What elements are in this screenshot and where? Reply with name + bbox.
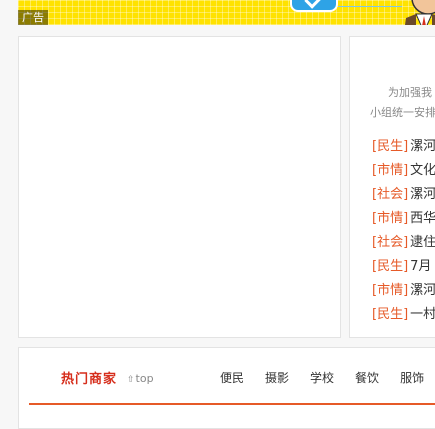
cartoon-figure-icon: [405, 0, 435, 25]
news-title[interactable]: 一村: [410, 307, 435, 322]
news-item[interactable]: [社会] 逮住: [372, 231, 435, 255]
news-category[interactable]: [社会]: [372, 187, 408, 202]
news-item[interactable]: [社会] 漯河: [372, 183, 435, 207]
news-category[interactable]: [市情]: [372, 163, 408, 178]
news-category[interactable]: [民生]: [372, 307, 408, 322]
tab-fushi[interactable]: 服饰: [400, 369, 424, 386]
tab-xuexiao[interactable]: 学校: [310, 369, 334, 386]
check-icon: [290, 0, 338, 12]
news-title[interactable]: 漯河: [410, 187, 435, 202]
news-title[interactable]: 逮住: [410, 235, 435, 250]
notice-text: 为加强我 小组统一安排: [350, 83, 435, 123]
ad-decoration-line: [338, 6, 402, 7]
section-title: 热门商家: [61, 372, 118, 387]
news-title[interactable]: 西华: [410, 211, 435, 226]
section-divider: [29, 403, 435, 405]
news-title[interactable]: 漯河: [410, 139, 435, 154]
news-panel: 为加强我 小组统一安排 [民生] 漯河 [市情] 文化 [社会] 漯河 [市情] 西华 …: [349, 36, 435, 338]
news-category[interactable]: [市情]: [372, 211, 408, 226]
tab-sheying[interactable]: 摄影: [265, 369, 289, 386]
merchant-category-tabs: 便民 摄影 学校 餐饮 服饰: [220, 369, 435, 386]
news-category[interactable]: [社会]: [372, 235, 408, 250]
hot-merchants-section: 热门商家 ⇧top 便民 摄影 学校 餐饮 服饰: [18, 347, 435, 429]
ad-label: 广告: [18, 10, 48, 25]
up-arrow-icon: ⇧: [127, 375, 135, 385]
top-link[interactable]: ⇧top: [127, 372, 154, 385]
news-title[interactable]: 漯河: [410, 283, 435, 298]
ad-banner[interactable]: 广告: [18, 0, 435, 25]
news-item[interactable]: [民生] 7月: [372, 255, 435, 279]
news-category[interactable]: [市情]: [372, 283, 408, 298]
news-item[interactable]: [市情] 漯河: [372, 279, 435, 303]
tab-canyin[interactable]: 餐饮: [355, 369, 379, 386]
notice-line-1: 为加强我: [388, 86, 432, 99]
news-item[interactable]: [市情] 西华: [372, 207, 435, 231]
news-title[interactable]: 7月: [410, 259, 431, 274]
notice-line-2: 小组统一安排: [370, 106, 435, 119]
news-category[interactable]: [民生]: [372, 259, 408, 274]
news-category[interactable]: [民生]: [372, 139, 408, 154]
tab-bianmin[interactable]: 便民: [220, 369, 244, 386]
news-item[interactable]: [市情] 文化: [372, 159, 435, 183]
news-title[interactable]: 文化: [410, 163, 435, 178]
image-carousel-panel: [18, 36, 341, 338]
news-item[interactable]: [民生] 一村: [372, 303, 435, 327]
top-link-label[interactable]: top: [136, 372, 154, 385]
news-item[interactable]: [民生] 漯河: [372, 135, 435, 159]
news-list: [民生] 漯河 [市情] 文化 [社会] 漯河 [市情] 西华 [社会] 逮住 [民生] 7…: [372, 135, 435, 327]
